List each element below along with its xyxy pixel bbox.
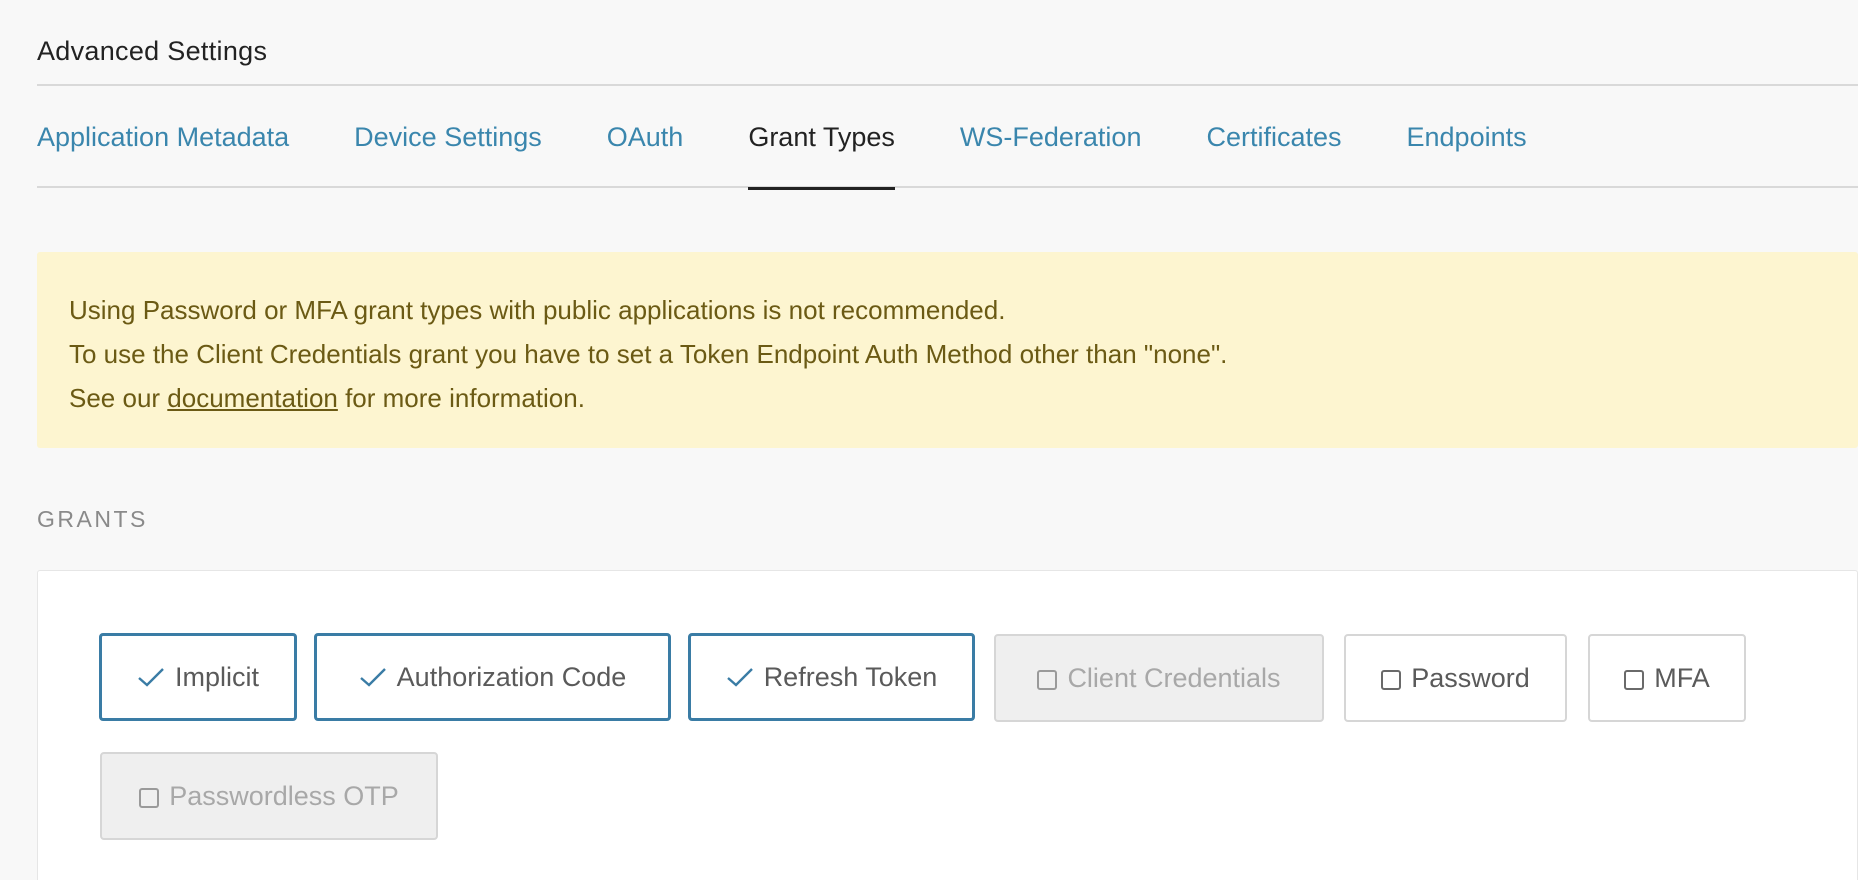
grant-label: Client Credentials — [1067, 662, 1281, 693]
grants-section-label: GRANTS — [37, 506, 148, 532]
tab-oauth[interactable]: OAuth — [607, 100, 684, 188]
tab-endpoints[interactable]: Endpoints — [1407, 100, 1527, 188]
grant-label: Implicit — [174, 661, 259, 692]
tab-grant-types[interactable]: Grant Types — [748, 100, 895, 190]
checkbox-icon — [1037, 670, 1058, 690]
alert-line-3-suffix: for more information. — [337, 383, 585, 413]
page-title: Advanced Settings — [37, 36, 268, 66]
documentation-link[interactable]: documentation — [167, 383, 338, 413]
grant-client-credentials: Client Credentials — [994, 634, 1324, 722]
settings-tabs: Application Metadata Device Settings OAu… — [37, 100, 1858, 190]
title-divider — [37, 84, 1858, 86]
checkmark-icon — [138, 668, 164, 687]
grant-label: Refresh Token — [763, 661, 938, 692]
checkbox-icon — [1624, 670, 1645, 690]
grant-label: Password — [1411, 662, 1530, 693]
grant-refresh-token[interactable]: Refresh Token — [688, 633, 975, 721]
checkmark-icon — [359, 668, 386, 687]
advanced-settings-page: Advanced Settings Application Metadata D… — [0, 0, 1858, 880]
alert-line-3: See our documentation for more informati… — [69, 376, 1858, 420]
grant-label: Authorization Code — [396, 661, 627, 692]
checkmark-icon — [726, 668, 753, 687]
alert-line-2: To use the Client Credentials grant you … — [69, 339, 1228, 369]
tab-application-metadata[interactable]: Application Metadata — [37, 100, 289, 188]
grant-password[interactable]: Password — [1344, 634, 1567, 722]
grant-implicit[interactable]: Implicit — [99, 633, 297, 721]
grants-panel: Implicit Authorization Code Refresh Toke… — [37, 570, 1858, 880]
grant-authorization-code[interactable]: Authorization Code — [314, 633, 671, 721]
grant-label: MFA — [1654, 662, 1710, 693]
alert-line-3-prefix: See our — [69, 383, 168, 413]
grant-label: Passwordless OTP — [169, 780, 399, 811]
tab-ws-federation[interactable]: WS-Federation — [960, 100, 1142, 188]
grant-mfa[interactable]: MFA — [1588, 634, 1746, 722]
tab-device-settings[interactable]: Device Settings — [354, 100, 542, 188]
alert-line-1: Using Password or MFA grant types with p… — [69, 295, 1006, 325]
grant-passwordless-otp: Passwordless OTP — [100, 752, 438, 840]
checkbox-icon — [1381, 670, 1402, 690]
tab-certificates[interactable]: Certificates — [1206, 100, 1341, 188]
warning-alert: Using Password or MFA grant types with p… — [37, 252, 1858, 448]
checkbox-icon — [139, 788, 160, 808]
